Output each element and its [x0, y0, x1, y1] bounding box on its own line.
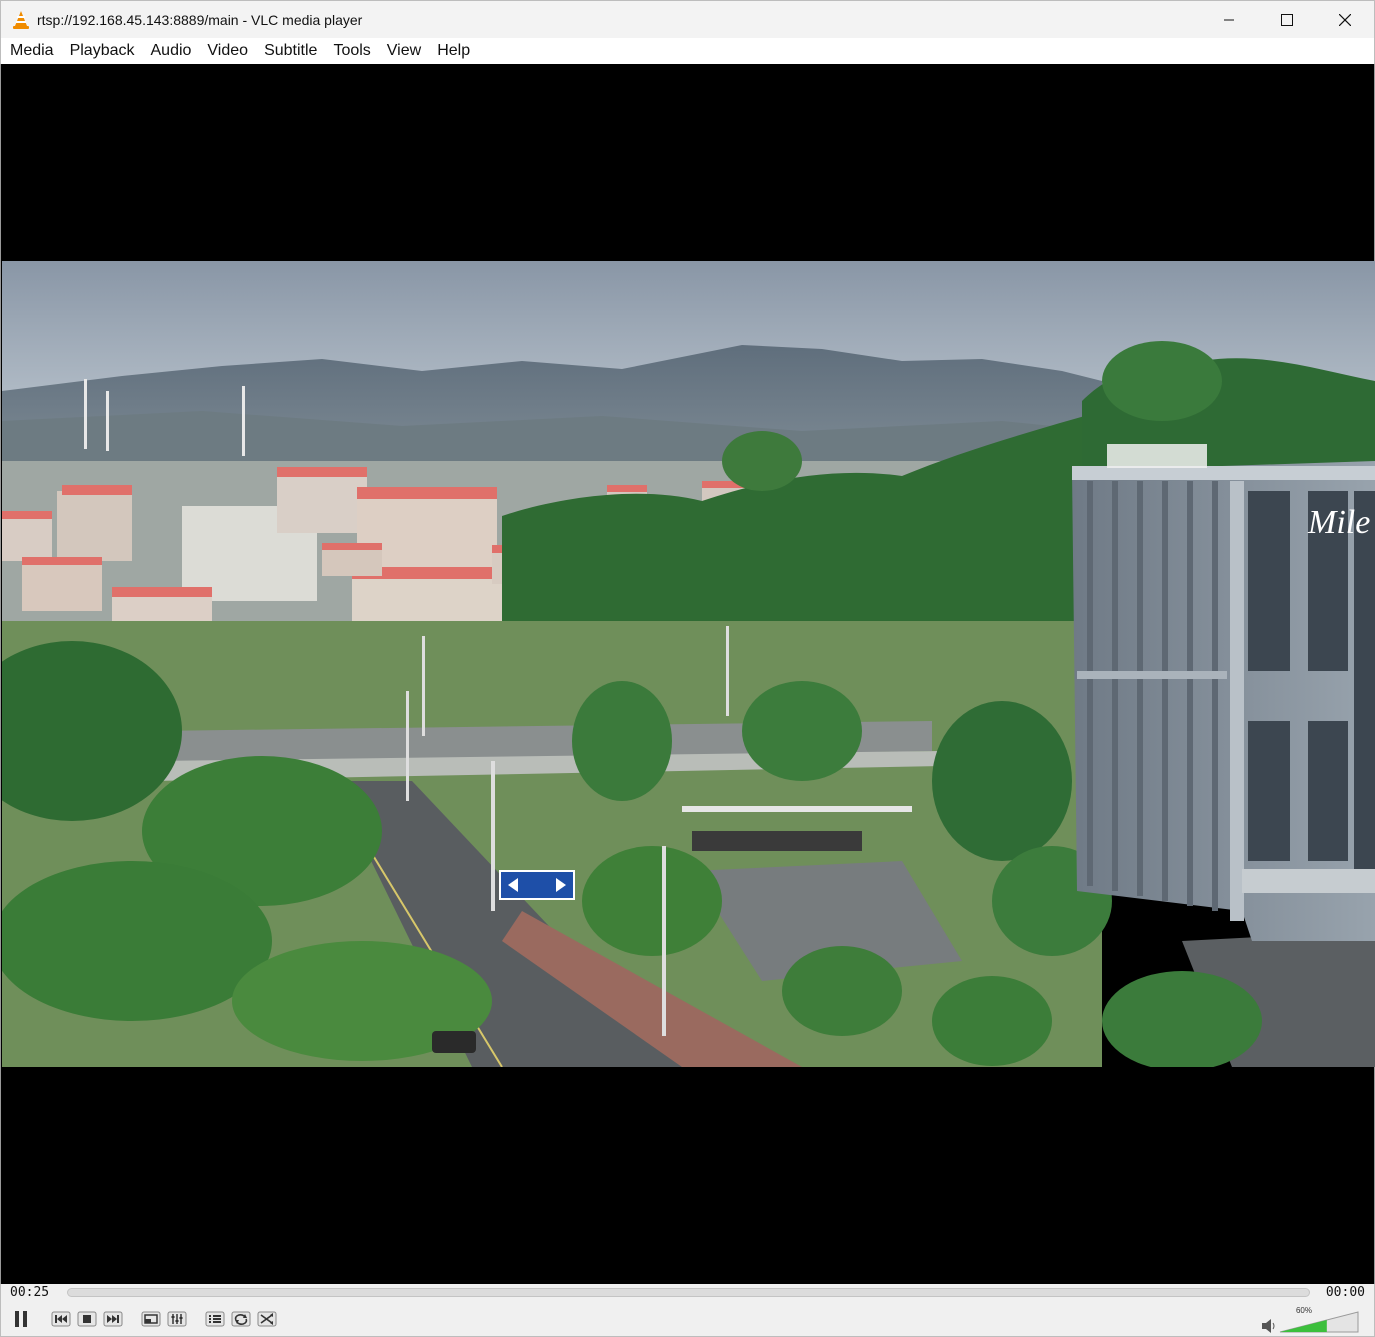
- previous-button[interactable]: [49, 1307, 73, 1331]
- maximize-icon: [1281, 13, 1293, 26]
- menu-media[interactable]: Media: [2, 38, 62, 64]
- video-area[interactable]: Mile: [0, 64, 1375, 1284]
- stop-icon: [77, 1311, 97, 1327]
- close-icon: [1339, 13, 1351, 26]
- video-frame[interactable]: Mile: [2, 261, 1375, 1067]
- extended-settings-icon: [167, 1311, 187, 1327]
- vlc-cone-icon: [13, 10, 29, 29]
- controls-bar: 60%: [0, 1304, 1375, 1337]
- playlist-button[interactable]: [203, 1307, 227, 1331]
- speaker-icon: [1262, 1319, 1275, 1333]
- volume-percent: 60%: [1295, 1306, 1312, 1315]
- menu-subtitle[interactable]: Subtitle: [256, 38, 325, 64]
- menu-playback[interactable]: Playback: [62, 38, 143, 64]
- shuffle-button[interactable]: [255, 1307, 279, 1331]
- menu-tools[interactable]: Tools: [325, 38, 378, 64]
- window-title: rtsp://192.168.45.143:8889/main - VLC me…: [37, 11, 363, 28]
- total-time[interactable]: 00:00: [1326, 1285, 1365, 1300]
- shuffle-icon: [257, 1311, 277, 1327]
- menu-audio[interactable]: Audio: [143, 38, 200, 64]
- title-bar: rtsp://192.168.45.143:8889/main - VLC me…: [0, 0, 1375, 38]
- elapsed-time: 00:25: [10, 1285, 50, 1300]
- building-sign: Mile: [1307, 504, 1370, 541]
- extended-settings-button[interactable]: [165, 1307, 189, 1331]
- stop-button[interactable]: [75, 1307, 99, 1331]
- close-button[interactable]: [1316, 1, 1374, 38]
- menu-help[interactable]: Help: [429, 38, 478, 64]
- loop-button[interactable]: [229, 1307, 253, 1331]
- seek-slider[interactable]: [67, 1288, 1310, 1297]
- minimize-button[interactable]: [1200, 1, 1258, 38]
- fullscreen-button[interactable]: [139, 1307, 163, 1331]
- maximize-button[interactable]: [1258, 1, 1316, 38]
- previous-icon: [51, 1311, 71, 1327]
- fullscreen-icon: [141, 1311, 161, 1327]
- next-icon: [103, 1311, 123, 1327]
- minimize-icon: [1224, 19, 1234, 20]
- loop-icon: [231, 1311, 251, 1327]
- menu-bar: Media Playback Audio Video Subtitle Tool…: [0, 38, 1375, 64]
- seek-bar-row: 00:25 00:00: [0, 1284, 1375, 1304]
- menu-view[interactable]: View: [379, 38, 429, 64]
- video-scene: Mile: [2, 261, 1375, 1067]
- pause-button[interactable]: [9, 1307, 33, 1331]
- next-button[interactable]: [101, 1307, 125, 1331]
- menu-video[interactable]: Video: [199, 38, 256, 64]
- playlist-icon: [205, 1311, 225, 1327]
- pause-icon: [15, 1311, 27, 1327]
